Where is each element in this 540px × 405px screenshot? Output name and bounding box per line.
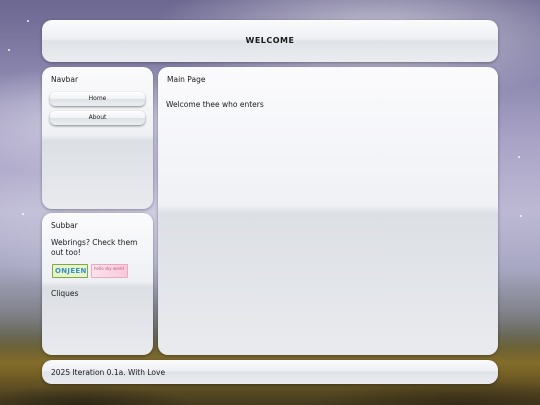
- background-sparkle: [8, 49, 10, 51]
- main-panel: Main Page Welcome thee who enters: [158, 67, 498, 355]
- main-heading: Main Page: [167, 75, 206, 84]
- background-sparkle: [518, 156, 520, 158]
- webring-button-onjeen[interactable]: ONJEEN: [52, 264, 88, 278]
- navbar-panel: Navbar Home About: [42, 67, 153, 209]
- page-title: WELCOME: [245, 36, 295, 45]
- nav-home-button[interactable]: Home: [50, 92, 145, 106]
- footer-text: 2025 Iteration 0.1a. With Love: [51, 368, 166, 377]
- webring-button-onjeen-label: ONJEEN: [55, 267, 87, 275]
- navbar-heading: Navbar: [51, 75, 79, 84]
- webrings-text: Webrings? Check them out too!: [51, 238, 138, 257]
- background-sparkle: [27, 20, 29, 22]
- header-panel: WELCOME: [42, 20, 498, 62]
- subbar-panel: Subbar Webrings? Check them out too! ONJ…: [42, 213, 153, 355]
- webring-button-hello-label: hello sky world: [94, 266, 124, 271]
- subbar-heading: Subbar: [51, 221, 78, 230]
- main-body-text: Welcome thee who enters: [166, 100, 264, 109]
- webring-button-hello[interactable]: hello sky world: [91, 264, 128, 278]
- nav-about-button[interactable]: About: [50, 111, 145, 125]
- footer-panel: 2025 Iteration 0.1a. With Love: [42, 360, 498, 384]
- background-sparkle: [22, 213, 24, 215]
- cliques-heading: Cliques: [51, 289, 79, 298]
- background-sparkle: [520, 215, 522, 217]
